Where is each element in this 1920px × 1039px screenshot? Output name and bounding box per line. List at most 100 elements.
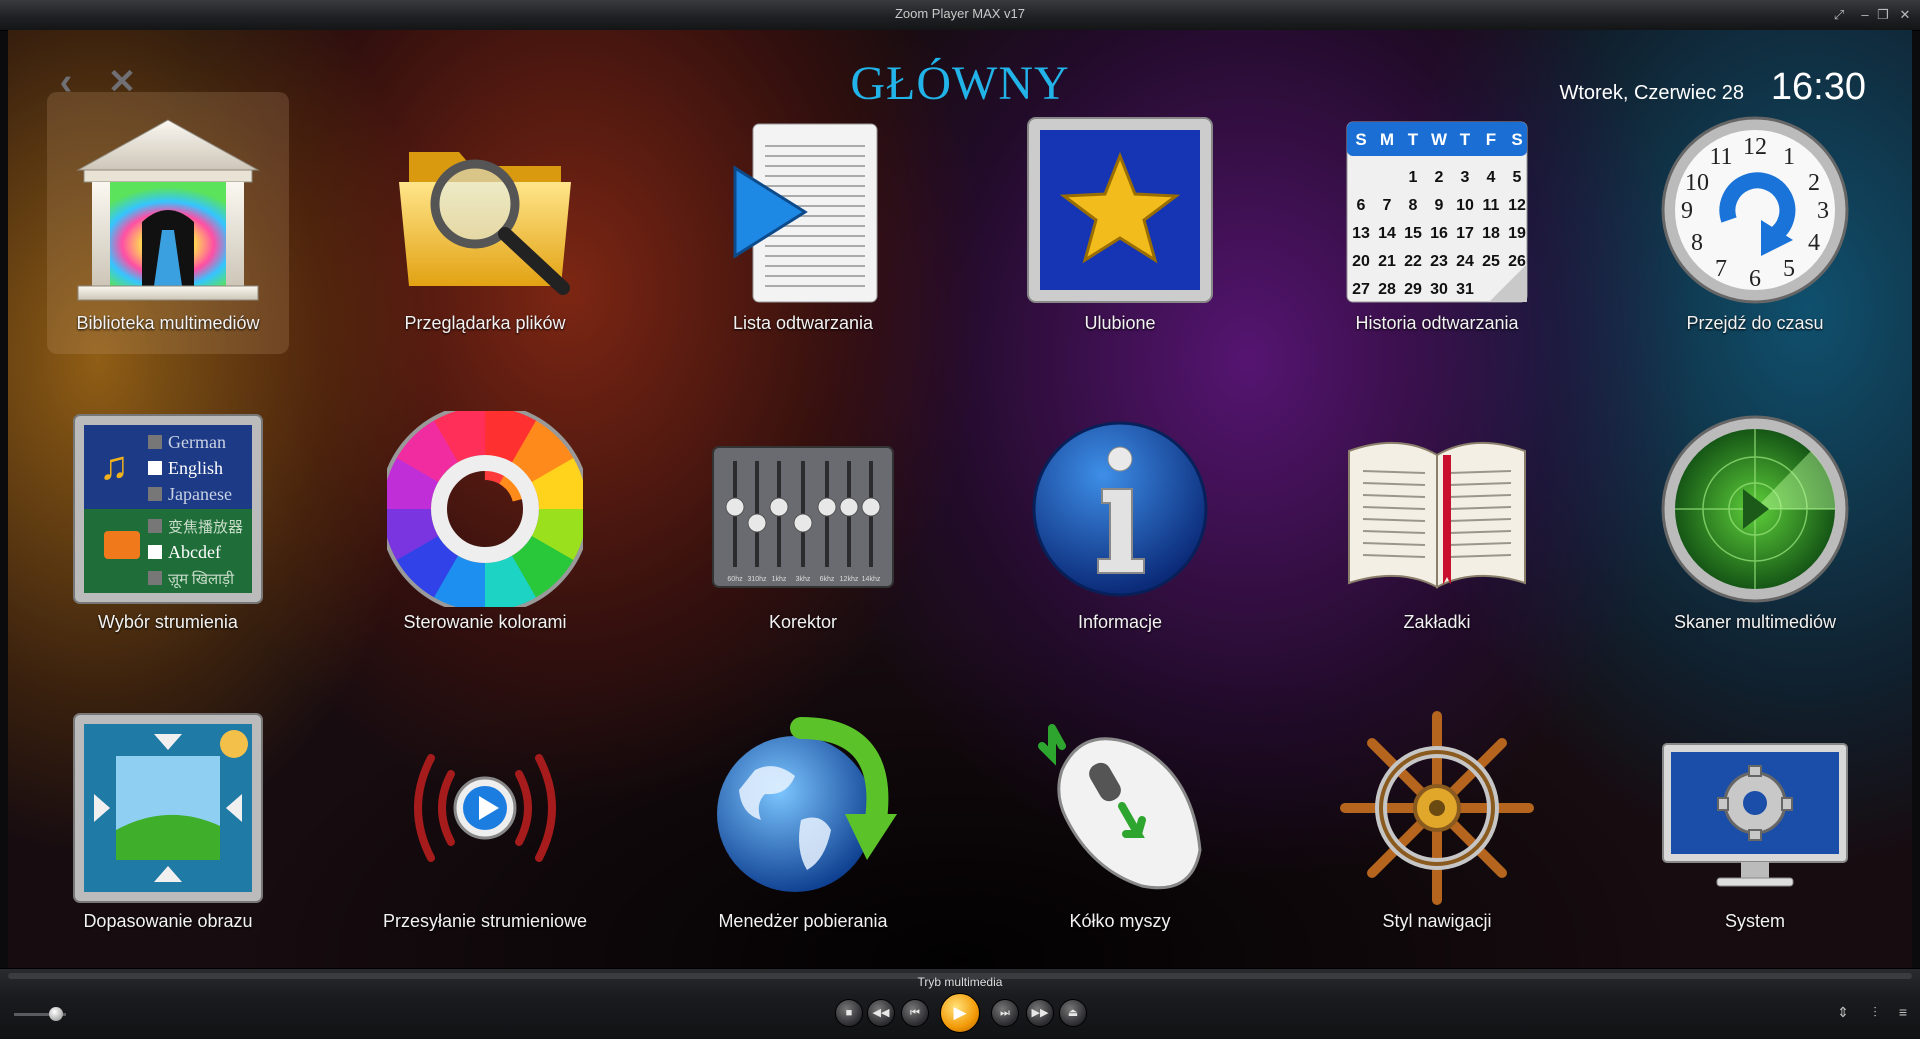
tile-favorites[interactable]: Ulubione [999,92,1241,354]
settings-icon[interactable]: ≡ [1894,1003,1912,1021]
tile-navigation-style[interactable]: Styl nawigacji [1316,690,1558,952]
tile-label: Przejdź do czasu [1686,313,1824,333]
play-button[interactable]: ▶ [940,993,980,1033]
calendar-day: 24 [1456,253,1474,270]
calendar-day: 2 [1435,169,1444,186]
monitor-gear-icon [1662,743,1848,887]
main-menu-stage: ‹ ✕ GŁÓWNY Wtorek, Czerwiec 28 16:30 Bib… [8,30,1912,968]
eq-band-label: 310hz [747,576,767,583]
calendar-day: 15 [1404,225,1422,242]
tile-download-manager[interactable]: Menedżer pobierania [682,690,924,952]
radar-icon [1661,415,1849,603]
eq-band-label: 3khz [796,576,811,583]
window-titlebar[interactable]: Zoom Player MAX v17 ⤢ – ❐ ✕ [0,0,1920,31]
tile-label: Skaner multimediów [1673,612,1837,632]
tile-go-to-time[interactable]: 12 1 2 3 4 5 6 7 8 9 10 11 Przejdź do cz… [1634,92,1876,354]
clock-number: 1 [1783,144,1795,170]
calendar-day: 26 [1508,253,1526,270]
calendar-icon: S M T W T F S 1 2 3 4 5 6 7 8 9 10 11 12 [1346,121,1528,303]
stop-button[interactable]: ■ [835,999,863,1027]
clock-number: 2 [1808,170,1820,196]
eq-band-label: 1khz [772,576,787,583]
calendar-day: 9 [1435,197,1444,214]
tile-media-scanner[interactable]: Skaner multimediów [1634,391,1876,653]
stream-language: Japanese [168,484,232,504]
color-wheel-icon [387,411,583,607]
info-icon [1032,421,1208,597]
equalizer-toggle-icon[interactable]: ⫶ [1866,1003,1884,1021]
book-icon [1348,442,1526,589]
tile-label: Historia odtwarzania [1355,313,1519,333]
forward-button[interactable]: ▶▶ [1026,999,1054,1027]
stream-subtitle: ज़ूम खिलाड़ी [168,570,235,589]
fullscreen-button[interactable]: ⤢ [1830,7,1848,23]
tile-file-browser[interactable]: Przeglądarka plików [364,92,606,354]
restore-button[interactable]: ❐ [1874,7,1892,23]
calendar-day: 11 [1483,197,1500,214]
tile-system[interactable]: System [1634,690,1876,952]
tile-streaming[interactable]: Przesyłanie strumieniowe [364,690,606,952]
tile-label: Styl nawigacji [1382,911,1492,931]
eq-band-label: 60hz [727,576,743,583]
playlist-icon [733,123,878,303]
tile-label: Kółko myszy [1069,911,1171,931]
eq-band-label: 12khz [840,576,859,583]
stream-subtitle: Abcdef [168,542,221,562]
minimize-button[interactable]: – [1856,7,1874,23]
calendar-day: 19 [1508,225,1526,242]
calendar-day: 3 [1461,169,1470,186]
eq-band-label: 6khz [820,576,835,583]
close-window-button[interactable]: ✕ [1896,7,1914,23]
tile-label: Przeglądarka plików [404,313,566,333]
stream-subtitle: 变焦播放器 [168,519,243,536]
updown-icon[interactable]: ⇕ [1834,1003,1852,1021]
open-button[interactable]: ⏏ [1059,999,1087,1027]
streaming-icon [414,754,556,862]
ship-wheel-icon [1340,711,1534,905]
clock-number: 5 [1783,256,1795,282]
clock-number: 7 [1715,256,1727,282]
calendar-day: 1 [1409,169,1418,186]
calendar-day: 18 [1482,225,1500,242]
calendar-weekday: S [1511,130,1522,149]
tile-label: Ulubione [1084,313,1156,333]
calendar-day: 12 [1508,197,1526,214]
clock-number: 10 [1685,170,1709,196]
tile-image-fit[interactable]: Dopasowanie obrazu [47,690,289,952]
tile-information[interactable]: Informacje [999,391,1241,653]
calendar-weekday: T [1408,130,1419,149]
next-button[interactable]: ⏭ [991,999,1019,1027]
volume-knob[interactable] [48,1007,63,1021]
rewind-button[interactable]: ◀◀ [867,999,895,1027]
clock-number: 9 [1681,198,1693,224]
calendar-weekday: M [1380,130,1394,149]
tile-label: Sterowanie kolorami [403,612,567,632]
clock-number: 11 [1709,144,1732,170]
tile-stream-selection[interactable]: ♫ German English Japanese 变焦播放器 Abcdef ज… [47,391,289,653]
tile-label: Informacje [1077,612,1163,632]
tile-bookmarks[interactable]: Zakładki [1316,391,1558,653]
stream-language-icon: ♫ German English Japanese 变焦播放器 Abcdef ज… [73,414,263,604]
tile-label: Zakładki [1403,612,1471,632]
previous-button[interactable]: ⏮ [901,999,929,1027]
calendar-day: 13 [1352,225,1370,242]
image-fit-icon [73,713,263,903]
tile-color-control[interactable]: Sterowanie kolorami [364,391,606,653]
tile-playlist[interactable]: Lista odtwarzania [682,92,924,354]
calendar-weekday: W [1431,130,1448,149]
tile-media-library[interactable]: Biblioteka multimediów [47,92,289,354]
mouse-icon [1038,724,1202,890]
tile-label: System [1724,911,1785,931]
tile-mouse-wheel[interactable]: Kółko myszy [999,690,1241,952]
tile-label: Dopasowanie obrazu [83,911,253,931]
tile-equalizer[interactable]: 60hz 310hz 1khz 3khz 6khz 12khz 14khz Ko… [682,391,924,653]
eq-band-label: 14khz [862,576,881,583]
calendar-weekday: S [1355,130,1366,149]
clock-number: 8 [1691,230,1703,256]
calendar-day: 17 [1456,225,1474,242]
calendar-day: 16 [1430,225,1448,242]
stream-language: German [168,432,226,452]
clock-number: 12 [1743,134,1767,160]
tile-play-history[interactable]: S M T W T F S 1 2 3 4 5 6 7 8 9 10 11 12 [1316,92,1558,354]
calendar-day: 28 [1378,281,1396,298]
